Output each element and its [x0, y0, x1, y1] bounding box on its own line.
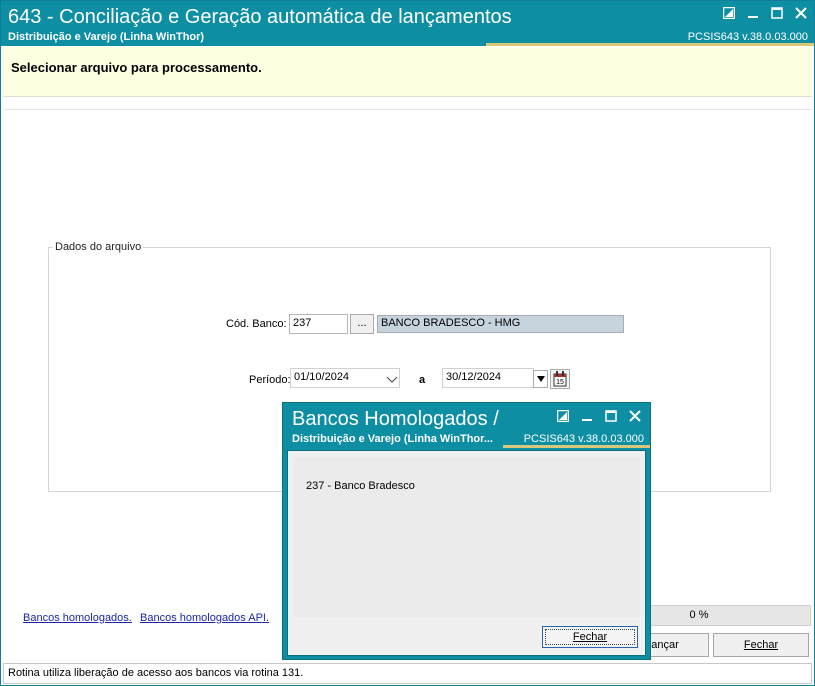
- banks-dialog[interactable]: Bancos Homologados / Distribuição e Vare…: [282, 402, 651, 660]
- banner-text: Selecionar arquivo para processamento.: [11, 60, 262, 75]
- dialog-maximize-icon[interactable]: [604, 408, 618, 424]
- chevron-down-icon[interactable]: [385, 374, 399, 384]
- dialog-subtitle: Distribuição e Varejo (Linha WinThor...: [292, 433, 493, 445]
- dialog-minimize-icon[interactable]: [580, 408, 594, 424]
- dialog-version: PCSIS643 v.38.0.03.000: [523, 433, 644, 445]
- banks-api-link[interactable]: Bancos homologados API.: [140, 612, 269, 624]
- bank-code-label: Cód. Banco:: [226, 318, 287, 330]
- date-from-input[interactable]: 01/10/2024: [290, 368, 400, 388]
- dropdown-arrow-icon: [536, 376, 545, 382]
- dialog-body: 237 - Banco Bradesco Fechar: [287, 450, 646, 656]
- svg-text:15: 15: [556, 379, 564, 386]
- window-title: 643 - Conciliação e Geração automática d…: [8, 6, 512, 28]
- bank-code-input[interactable]: 237: [289, 314, 348, 334]
- maximize-icon[interactable]: [770, 5, 784, 21]
- restore-icon[interactable]: [722, 5, 736, 21]
- banks-list[interactable]: 237 - Banco Bradesco: [294, 457, 641, 617]
- status-bar: Rotina utiliza liberação de acesso aos b…: [3, 663, 812, 684]
- dialog-close-button[interactable]: Fechar: [542, 626, 638, 648]
- close-button[interactable]: Fechar: [713, 633, 809, 657]
- calendar-icon[interactable]: 15: [550, 369, 570, 389]
- banks-link[interactable]: Bancos homologados.: [23, 612, 132, 624]
- dialog-close-label: Fechar: [572, 631, 608, 643]
- bank-name-field: BANCO BRADESCO - HMG: [377, 315, 624, 333]
- dialog-accent-bar: [503, 445, 650, 448]
- dialog-close-icon[interactable]: [628, 408, 642, 424]
- list-item[interactable]: 237 - Banco Bradesco: [306, 480, 415, 492]
- date-to-dropdown[interactable]: [533, 370, 548, 388]
- dialog-restore-icon[interactable]: [556, 408, 570, 424]
- title-accent-bar: [486, 43, 814, 46]
- date-to-input[interactable]: 30/12/2024: [442, 368, 534, 388]
- close-button-label: Fechar: [743, 639, 779, 651]
- version-label: PCSIS643 v.38.0.03.000: [687, 31, 808, 43]
- group-title: Dados do arquivo: [53, 241, 144, 253]
- bank-lookup-button[interactable]: ...: [350, 314, 374, 334]
- to-label: a: [419, 374, 426, 386]
- close-icon[interactable]: [794, 5, 808, 21]
- window-subtitle: Distribuição e Varejo (Linha WinThor): [8, 31, 205, 43]
- info-banner: Selecionar arquivo para processamento.: [3, 47, 812, 97]
- title-bar[interactable]: 643 - Conciliação e Geração automática d…: [1, 1, 814, 46]
- period-label: Período:: [249, 374, 291, 386]
- minimize-icon[interactable]: [746, 5, 760, 21]
- dialog-title: Bancos Homologados /: [292, 408, 499, 430]
